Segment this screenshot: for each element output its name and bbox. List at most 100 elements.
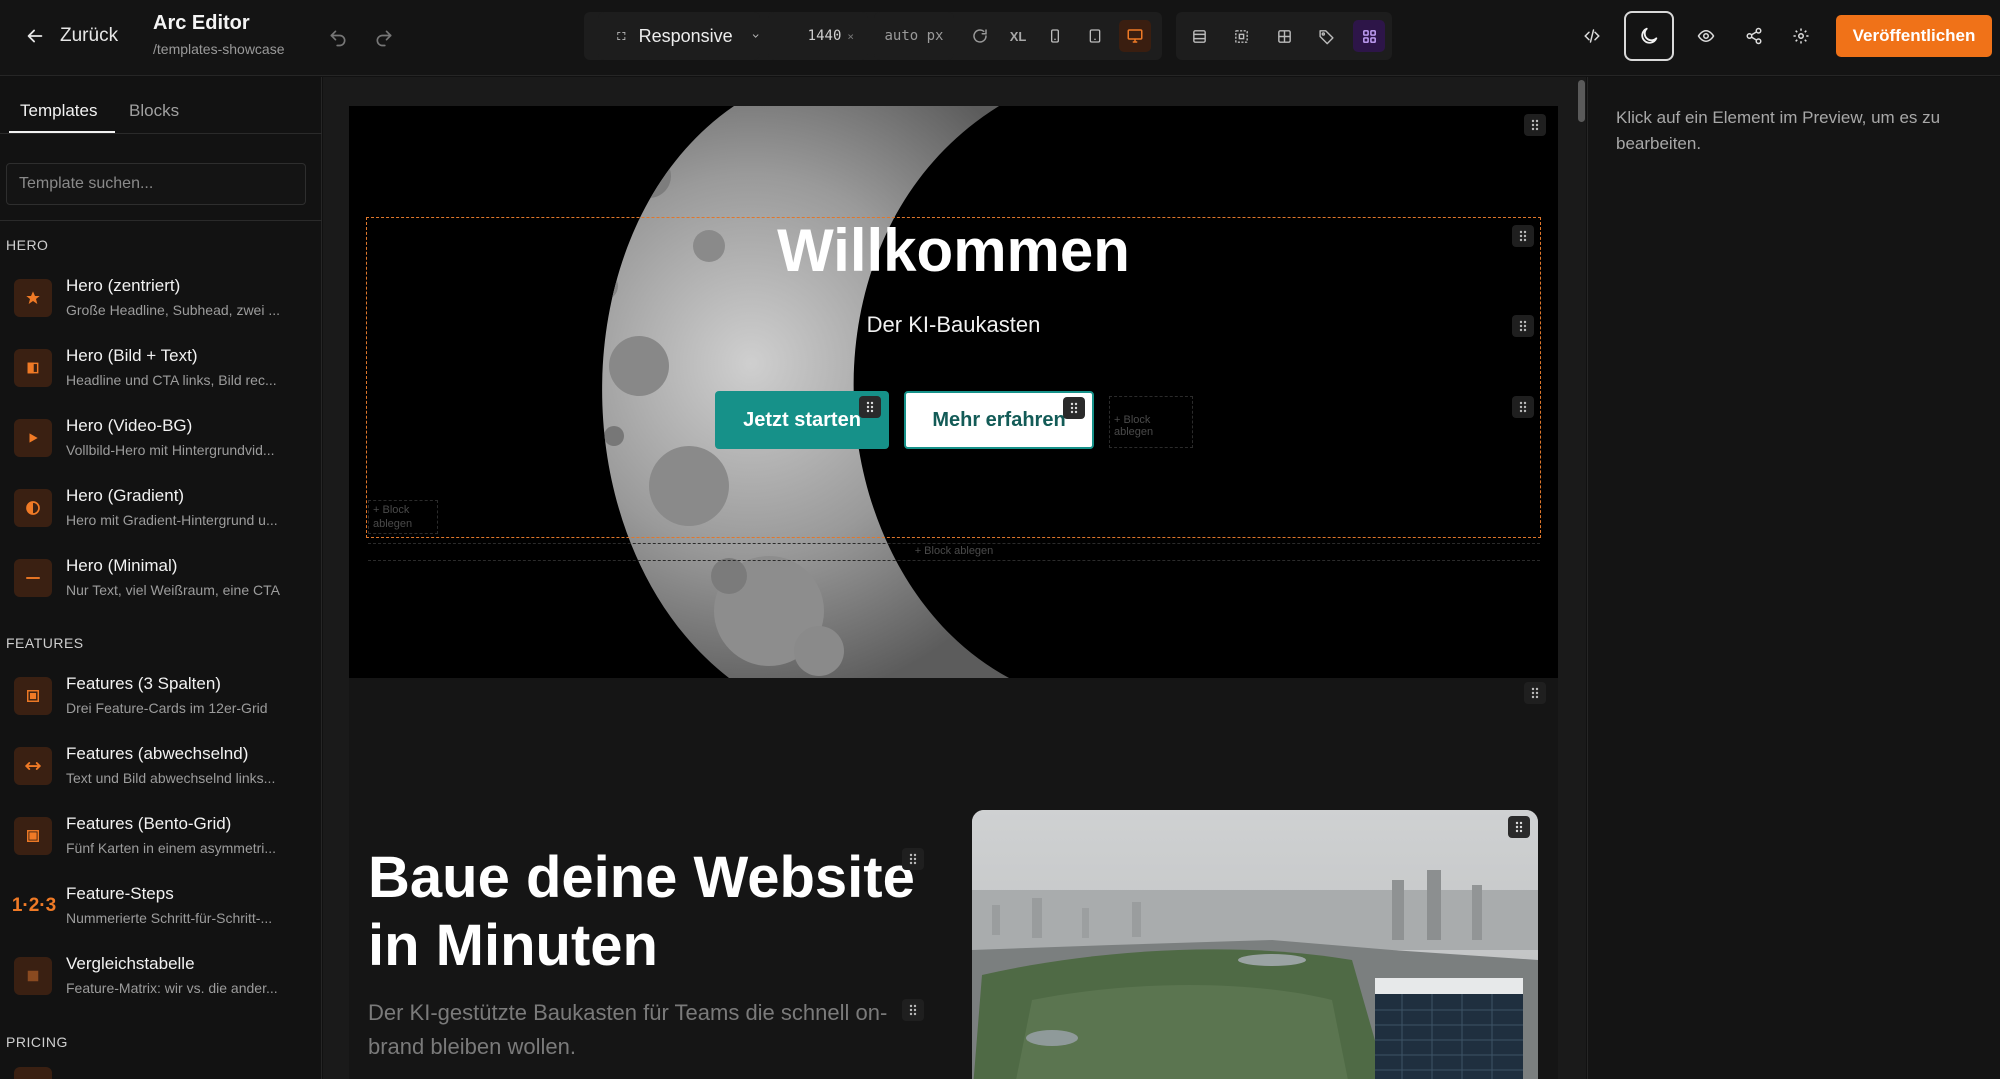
width-input[interactable]: 1440 × [768, 12, 868, 60]
components-toggle-button[interactable] [1353, 20, 1385, 52]
canvas-scrollbar[interactable] [1578, 80, 1585, 122]
grid-icon [14, 677, 52, 715]
redo-button[interactable] [370, 24, 398, 52]
grip-icon [1515, 821, 1523, 833]
template-sidebar: Templates Blocks HERO Hero (zentriert) G… [0, 77, 322, 1079]
publish-button[interactable]: Veröffentlichen [1836, 15, 1992, 57]
components-icon [1362, 29, 1376, 43]
template-title: Hero (Bild + Text) [66, 346, 198, 365]
feature-title-line-2: in Minuten [368, 913, 658, 978]
template-description: Vollbild-Hero mit Hintergrundvid... [66, 442, 275, 458]
drag-handle[interactable] [902, 848, 924, 870]
template-item-hero-gradient[interactable]: Hero (Gradient) Hero mit Gradient-Hinter… [0, 477, 320, 539]
arrows-icon [14, 747, 52, 785]
grid-toggle-button[interactable] [1268, 20, 1300, 52]
feature-section-title[interactable]: Baue deine Website in Minuten [368, 844, 968, 980]
template-item-hero-centered[interactable]: Hero (zentriert) Große Headline, Subhead… [0, 267, 320, 329]
template-item-feature-steps[interactable]: 1·2·3 Feature-Steps Nummerierte Schritt-… [0, 875, 320, 937]
grip-icon [909, 853, 917, 865]
tags-toggle-button[interactable] [1310, 20, 1342, 52]
undo-icon [330, 30, 346, 47]
drop-zone-side[interactable]: + Block ablegen [368, 500, 438, 534]
desktop-view-button[interactable] [1119, 20, 1151, 52]
template-title: Feature-Steps [66, 884, 174, 903]
settings-button[interactable] [1785, 20, 1817, 52]
hero-title[interactable]: Willkommen [349, 216, 1558, 285]
viewport-mode-label: Responsive [638, 25, 733, 46]
grip-icon [1519, 230, 1527, 242]
template-item-features-bento[interactable]: Features (Bento-Grid) Fünf Karten in ein… [0, 805, 320, 867]
frame-icon [1192, 29, 1206, 43]
drag-handle[interactable] [1063, 397, 1085, 419]
undo-button[interactable] [324, 24, 352, 52]
city-photo [972, 810, 1538, 1079]
template-title: Features (Bento-Grid) [66, 814, 232, 833]
hero-subtitle[interactable]: Der KI-Baukasten [349, 312, 1558, 338]
inspector-hint: Klick auf ein Element im Preview, um es … [1616, 108, 1941, 153]
preview-button[interactable] [1690, 20, 1722, 52]
share-button[interactable] [1738, 20, 1770, 52]
code-view-button[interactable] [1576, 20, 1608, 52]
template-description: Drei Feature-Cards im 12er-Grid [66, 700, 268, 716]
app-path: /templates-showcase [153, 41, 285, 57]
drop-zone-inline[interactable]: + Block ablegen [1109, 396, 1193, 448]
tab-blocks[interactable]: Blocks [129, 101, 179, 121]
mobile-view-button[interactable] [1039, 20, 1071, 52]
dash-icon [14, 559, 52, 597]
drop-zone-bottom[interactable]: + Block ablegen [368, 543, 1540, 561]
template-item-pricing-partial[interactable] [0, 1067, 320, 1079]
gear-icon [1793, 28, 1809, 44]
drag-handle[interactable] [1512, 396, 1534, 418]
template-item-hero-minimal[interactable]: Hero (Minimal) Nur Text, viel Weißraum, … [0, 547, 320, 609]
drag-handle[interactable] [1512, 315, 1534, 337]
search-divider [0, 220, 322, 221]
grip-icon [1531, 119, 1539, 131]
dark-mode-toggle[interactable] [1624, 11, 1674, 61]
drag-handle[interactable] [1508, 816, 1530, 838]
tablet-icon [1089, 29, 1101, 43]
arrow-left-icon [27, 29, 43, 43]
template-item-comparison-table[interactable]: Vergleichstabelle Feature-Matrix: wir vs… [0, 945, 320, 1007]
section-heading-pricing: PRICING [6, 1034, 68, 1050]
drag-handle[interactable] [1524, 682, 1546, 704]
tab-templates[interactable]: Templates [20, 101, 97, 121]
active-tab-indicator [9, 131, 115, 133]
frame-toggle-button[interactable] [1183, 20, 1215, 52]
template-description: Text und Bild abwechselnd links... [66, 770, 276, 786]
drag-handle[interactable] [1524, 114, 1546, 136]
app-title: Arc Editor [153, 12, 250, 34]
template-title: Features (abwechselnd) [66, 744, 249, 763]
viewport-mode-select[interactable]: Responsive [598, 12, 760, 60]
tablet-view-button[interactable] [1079, 20, 1111, 52]
hero-section[interactable]: Willkommen Der KI-Baukasten Jetzt starte… [349, 106, 1558, 678]
city-park-image[interactable] [972, 810, 1538, 1079]
template-description: Headline und CTA links, Bild rec... [66, 372, 277, 388]
drag-handle[interactable] [1512, 225, 1534, 247]
template-title: Hero (Video-BG) [66, 416, 193, 435]
rotate-button[interactable] [964, 20, 996, 52]
template-title: Features (3 Spalten) [66, 674, 221, 693]
back-button[interactable]: Zurück [24, 20, 118, 52]
template-item-hero-video[interactable]: Hero (Video-BG) Vollbild-Hero mit Hinter… [0, 407, 320, 469]
drag-handle[interactable] [902, 999, 924, 1021]
width-clear-icon[interactable]: × [847, 30, 854, 43]
grip-icon [1519, 401, 1527, 413]
top-toolbar: Zurück Arc Editor /templates-showcase Re… [0, 0, 2000, 76]
template-search-input[interactable] [6, 163, 306, 205]
template-item-features-alternating[interactable]: Features (abwechselnd) Text und Bild abw… [0, 735, 320, 797]
template-title: Hero (Minimal) [66, 556, 178, 575]
template-description: Nur Text, viel Weißraum, eine CTA [66, 582, 280, 598]
template-item-features-3col[interactable]: Features (3 Spalten) Drei Feature-Cards … [0, 665, 320, 727]
section-heading-hero: HERO [6, 237, 49, 253]
share-icon [1746, 27, 1762, 45]
drag-handle[interactable] [859, 396, 881, 418]
height-input[interactable]: auto px [874, 12, 954, 60]
feature-section-subtitle[interactable]: Der KI-gestützte Baukasten für Teams die… [368, 996, 928, 1064]
steps-icon: 1·2·3 [11, 895, 57, 916]
template-item-hero-image-text[interactable]: Hero (Bild + Text) Headline und CTA link… [0, 337, 320, 399]
redo-icon [376, 30, 392, 47]
tag-icon [1318, 29, 1334, 44]
moon-icon [1641, 27, 1658, 44]
select-toggle-button[interactable] [1225, 20, 1257, 52]
breakpoint-xl-button[interactable]: XL [1002, 20, 1034, 52]
